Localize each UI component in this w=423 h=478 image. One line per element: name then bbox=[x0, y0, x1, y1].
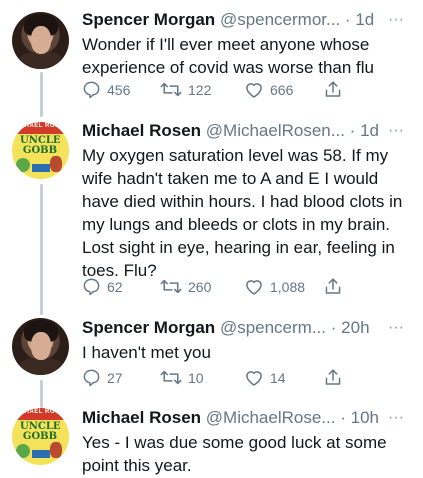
separator-dot: · bbox=[344, 10, 351, 29]
display-name[interactable]: Michael Rosen bbox=[82, 121, 201, 140]
retweet-button[interactable]: 10 bbox=[160, 368, 204, 387]
avatar-shirt bbox=[18, 358, 64, 375]
user-handle[interactable]: @MichaelRosen... bbox=[206, 121, 345, 140]
share-button[interactable] bbox=[324, 277, 342, 296]
avatar-shape bbox=[16, 158, 30, 172]
tweet-text: Yes - I was due some good luck at some p… bbox=[82, 433, 387, 475]
avatar-face bbox=[31, 26, 51, 54]
like-icon bbox=[246, 371, 262, 386]
avatar-shape bbox=[16, 444, 30, 458]
timestamp[interactable]: 1d bbox=[360, 121, 379, 140]
avatar-shape bbox=[50, 442, 62, 458]
reply-count: 456 bbox=[107, 81, 131, 98]
tweet-header: Spencer Morgan @spencerm... · 20h bbox=[82, 318, 370, 338]
user-handle[interactable]: @MichaelRose... bbox=[206, 408, 336, 427]
separator-dot: · bbox=[340, 408, 346, 427]
more-icon[interactable]: ··· bbox=[388, 409, 404, 427]
tweet-actions: 62 260 1,088 bbox=[82, 277, 412, 299]
tweet-actions: 27 10 14 bbox=[82, 368, 412, 390]
avatar-shape bbox=[32, 164, 50, 172]
reply-icon bbox=[83, 81, 100, 99]
more-icon[interactable]: ··· bbox=[388, 122, 404, 140]
reply-icon bbox=[83, 278, 100, 296]
display-name[interactable]: Michael Rosen bbox=[82, 408, 201, 427]
tweet-text: My oxygen saturation level was 58. If my… bbox=[82, 146, 403, 280]
tweet[interactable]: Spencer Morgan @spencermor... · 1d ··· W… bbox=[0, 0, 423, 110]
separator-dot: · bbox=[349, 121, 356, 140]
reply-count: 27 bbox=[107, 369, 123, 386]
avatar-author-text: MICHAEL ROSEN bbox=[12, 123, 69, 129]
retweet-count: 10 bbox=[188, 369, 204, 386]
reply-button[interactable]: 456 bbox=[82, 80, 130, 99]
retweet-icon bbox=[160, 370, 182, 385]
avatar[interactable] bbox=[12, 12, 69, 69]
timestamp[interactable]: 10h bbox=[351, 408, 379, 427]
like-count: 14 bbox=[270, 369, 286, 386]
like-count: 1,088 bbox=[270, 278, 306, 295]
display-name[interactable]: Spencer Morgan bbox=[82, 10, 215, 29]
retweet-count: 122 bbox=[188, 81, 212, 98]
tweet-actions: 456 122 666 bbox=[82, 80, 412, 102]
avatar-shape bbox=[50, 156, 62, 172]
tweet-text: I haven't met you bbox=[82, 343, 211, 362]
like-button[interactable]: 14 bbox=[244, 368, 286, 387]
avatar-shirt bbox=[18, 52, 64, 69]
reply-button[interactable]: 27 bbox=[82, 368, 123, 387]
like-icon bbox=[246, 83, 262, 98]
reply-button[interactable]: 62 bbox=[82, 277, 123, 296]
retweet-count: 260 bbox=[188, 278, 212, 295]
tweet-text: Wonder if I'll ever meet anyone whose ex… bbox=[82, 35, 374, 77]
share-button[interactable] bbox=[324, 80, 342, 99]
reply-icon bbox=[83, 369, 100, 387]
retweet-icon bbox=[160, 82, 182, 97]
retweet-button[interactable]: 260 bbox=[160, 277, 211, 296]
like-button[interactable]: 1,088 bbox=[244, 277, 305, 296]
avatar-face bbox=[31, 332, 51, 360]
user-handle[interactable]: @spencerm... bbox=[220, 318, 326, 337]
avatar-author-text: MICHAEL ROSEN bbox=[12, 409, 69, 415]
share-icon bbox=[325, 278, 341, 294]
more-icon[interactable]: ··· bbox=[388, 11, 404, 29]
display-name[interactable]: Spencer Morgan bbox=[82, 318, 215, 337]
reply-count: 62 bbox=[107, 278, 123, 295]
timestamp[interactable]: 1d bbox=[355, 10, 374, 29]
like-count: 666 bbox=[270, 81, 294, 98]
more-icon[interactable]: ··· bbox=[388, 319, 404, 337]
avatar[interactable] bbox=[12, 318, 69, 375]
tweet-header: Michael Rosen @MichaelRosen... · 1d bbox=[82, 121, 379, 141]
share-button[interactable] bbox=[324, 368, 342, 387]
avatar-shape bbox=[32, 450, 50, 458]
tweet[interactable]: MICHAEL ROSEN UNCLE GOBB Michael Rosen @… bbox=[0, 110, 423, 310]
avatar-title-text: UNCLE GOBB bbox=[20, 421, 61, 442]
like-button[interactable]: 666 bbox=[244, 80, 293, 99]
tweet[interactable]: MICHAEL ROSEN UNCLE GOBB Michael Rosen @… bbox=[0, 400, 423, 478]
avatar[interactable]: MICHAEL ROSEN UNCLE GOBB bbox=[12, 122, 69, 179]
tweet-header: Michael Rosen @MichaelRose... · 10h bbox=[82, 408, 379, 428]
retweet-button[interactable]: 122 bbox=[160, 80, 211, 99]
like-icon bbox=[246, 280, 262, 295]
timestamp[interactable]: 20h bbox=[341, 318, 369, 337]
avatar[interactable]: MICHAEL ROSEN UNCLE GOBB bbox=[12, 408, 69, 465]
tweet[interactable]: Spencer Morgan @spencerm... · 20h ··· I … bbox=[0, 310, 423, 400]
share-icon bbox=[325, 369, 341, 385]
avatar-title-text: UNCLE GOBB bbox=[20, 135, 61, 156]
user-handle[interactable]: @spencermor... bbox=[220, 10, 340, 29]
separator-dot: · bbox=[330, 318, 337, 337]
retweet-icon bbox=[160, 279, 182, 294]
tweet-header: Spencer Morgan @spencermor... · 1d bbox=[82, 10, 374, 30]
share-icon bbox=[325, 81, 341, 97]
